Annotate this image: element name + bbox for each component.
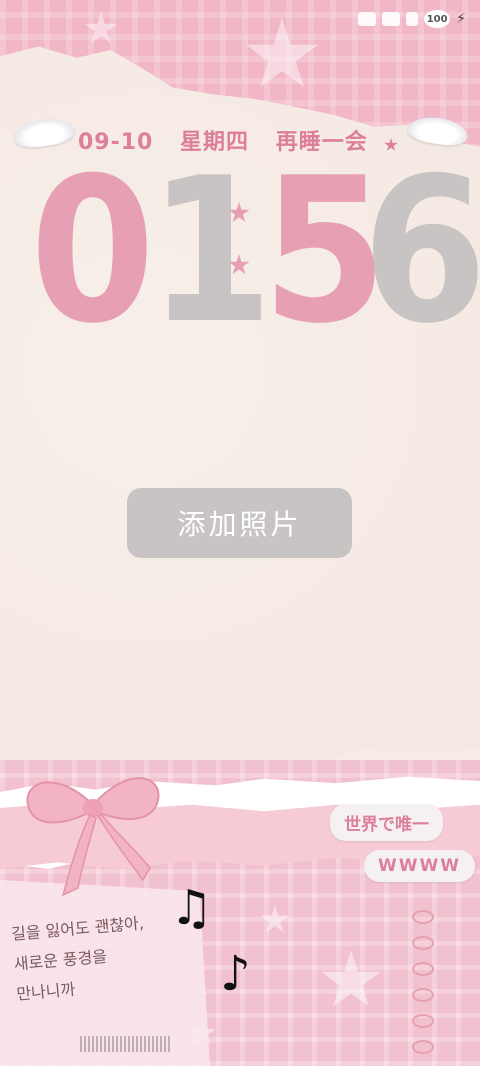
clock: 0 1 5 6 [30, 152, 480, 352]
music-note-icon: ♫ [170, 880, 214, 936]
bolt-icon: ⚡ [456, 11, 466, 27]
wwww-badge: WWWW [364, 850, 476, 882]
audio-waveform-icon [80, 1036, 170, 1052]
app-icon [382, 12, 401, 26]
clock-hour-first-digit: 0 [30, 135, 155, 368]
wwww-badge-text: WWWW [378, 856, 462, 876]
add-photo-label: 添加照片 [177, 508, 302, 541]
binding-ring-icon [412, 962, 434, 976]
ribbon-bow-icon [26, 777, 160, 897]
world-unique-badge: 世界で唯一 [330, 804, 443, 841]
world-unique-badge-text: 世界で唯一 [344, 815, 429, 835]
clock-minute-second-digit: 6 [362, 135, 480, 368]
app-icon [358, 12, 377, 26]
binding-ring-icon [412, 936, 434, 950]
ring-binding [412, 910, 434, 1054]
add-photo-button[interactable]: 添加照片 [127, 488, 352, 558]
status-bar: 100 ⚡ [358, 10, 466, 28]
battery-level: 100 [426, 13, 448, 25]
signal-icon [406, 12, 419, 26]
clock-hour-second-digit: 1 [148, 135, 273, 368]
binding-ring-icon [412, 910, 434, 924]
battery-icon: 100 [424, 10, 451, 28]
music-note-icon: ♪ [220, 946, 251, 1002]
binding-ring-icon [412, 1014, 434, 1028]
korean-quote-text: 길을 잃어도 괜찮아, 새로운 풍경을 만나니까 [10, 913, 145, 1004]
binding-ring-icon [412, 988, 434, 1002]
binding-ring-icon [412, 1040, 434, 1054]
